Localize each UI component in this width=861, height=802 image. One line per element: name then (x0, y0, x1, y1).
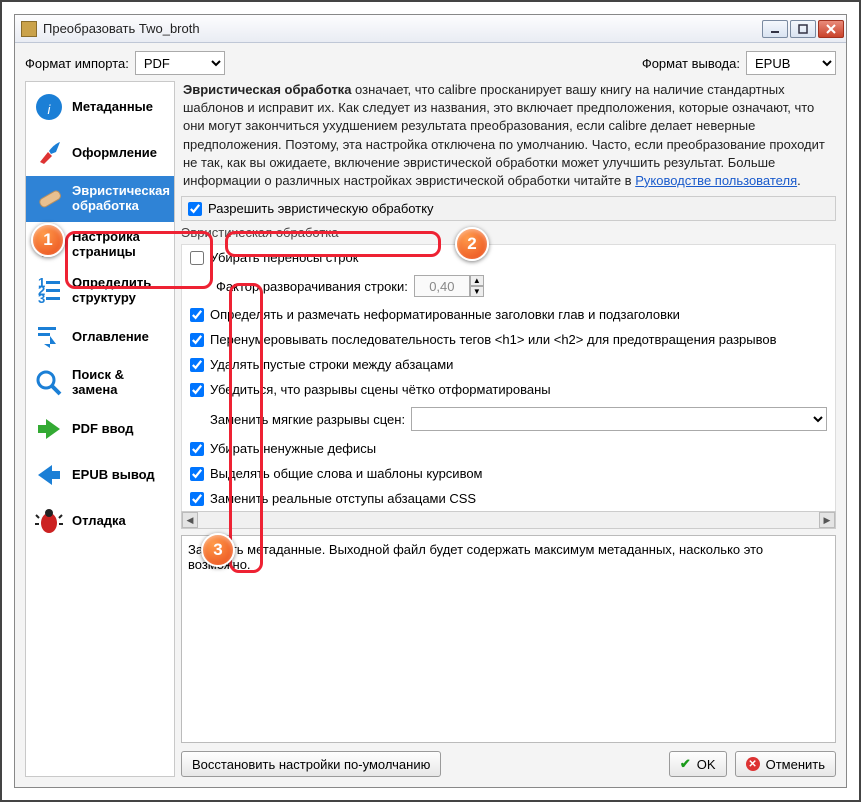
sidebar-item-toc[interactable]: Оглавление (26, 314, 174, 360)
ok-button[interactable]: ✔OK (669, 751, 727, 777)
restore-defaults-button[interactable]: Восстановить настройки по-умолчанию (181, 751, 441, 777)
sidebar-item-structure[interactable]: 123 Определить структуру (26, 268, 174, 314)
replace-soft-combo[interactable] (411, 407, 827, 431)
group-title: Эвристическая обработка (181, 223, 836, 244)
scene-breaks-checkbox[interactable] (190, 383, 204, 397)
sidebar-item-debug[interactable]: Отладка (26, 498, 174, 544)
italicize-checkbox[interactable] (190, 467, 204, 481)
search-icon (34, 368, 64, 398)
svg-text:3: 3 (38, 291, 45, 306)
heuristic-options: Убирать переносы строк Фактор разворачив… (181, 244, 836, 511)
cancel-button[interactable]: ✕Отменить (735, 751, 836, 777)
sidebar-item-look-feel[interactable]: Оформление (26, 130, 174, 176)
info-icon: i (34, 92, 64, 122)
minimize-button[interactable] (762, 20, 788, 38)
sidebar-item-pdf-input[interactable]: PDF ввод (26, 406, 174, 452)
numbered-list-icon: 123 (34, 276, 64, 306)
log-textarea[interactable]: Записать метаданные. Выходной файл будет… (181, 535, 836, 743)
brush-icon (34, 138, 64, 168)
spin-up[interactable]: ▲ (470, 275, 484, 286)
toc-icon (34, 322, 64, 352)
unwrap-factor-label: Фактор разворачивания строки: (216, 279, 408, 294)
app-icon (21, 21, 37, 37)
markup-headers-checkbox[interactable] (190, 308, 204, 322)
unwrap-factor-input[interactable] (414, 275, 470, 297)
user-guide-link[interactable]: Руководстве пользователя (635, 173, 797, 188)
check-icon: ✔ (680, 756, 691, 772)
horizontal-scrollbar[interactable]: ◀▶ (181, 511, 836, 529)
output-arrow-icon (34, 460, 64, 490)
bandage-icon (34, 184, 64, 214)
callout-1: 1 (31, 223, 65, 257)
import-format-select[interactable]: PDF (135, 51, 225, 75)
unwrap-lines-checkbox[interactable] (190, 251, 204, 265)
maximize-button[interactable] (790, 20, 816, 38)
spin-down[interactable]: ▼ (470, 286, 484, 297)
sidebar: i Метаданные Оформление Эвристическая об… (25, 81, 175, 777)
description-text: Эвристическая обработка означает, что ca… (181, 81, 836, 196)
output-format-select[interactable]: EPUB (746, 51, 836, 75)
callout-2: 2 (455, 227, 489, 261)
unwrap-lines-label: Убирать переносы строк (210, 250, 358, 265)
sidebar-item-heuristic[interactable]: Эвристическая обработка (26, 176, 174, 222)
remove-hyphens-checkbox[interactable] (190, 442, 204, 456)
delete-blank-checkbox[interactable] (190, 358, 204, 372)
enable-heuristic-label: Разрешить эвристическую обработку (208, 201, 434, 216)
import-format-label: Формат импорта: (25, 56, 129, 71)
titlebar: Преобразовать Two_broth (15, 15, 846, 43)
input-arrow-icon (34, 414, 64, 444)
bug-icon (34, 506, 64, 536)
close-button[interactable] (818, 20, 844, 38)
sidebar-item-metadata[interactable]: i Метаданные (26, 84, 174, 130)
output-format-label: Формат вывода: (642, 56, 740, 71)
callout-3: 3 (201, 533, 235, 567)
replace-soft-label: Заменить мягкие разрывы сцен: (210, 412, 405, 427)
cancel-icon: ✕ (746, 757, 760, 771)
sidebar-item-search-replace[interactable]: Поиск & замена (26, 360, 174, 406)
renumber-tags-checkbox[interactable] (190, 333, 204, 347)
enable-heuristic-checkbox[interactable] (188, 202, 202, 216)
window-title: Преобразовать Two_broth (43, 21, 762, 36)
css-indents-checkbox[interactable] (190, 492, 204, 506)
sidebar-item-epub-output[interactable]: EPUB вывод (26, 452, 174, 498)
